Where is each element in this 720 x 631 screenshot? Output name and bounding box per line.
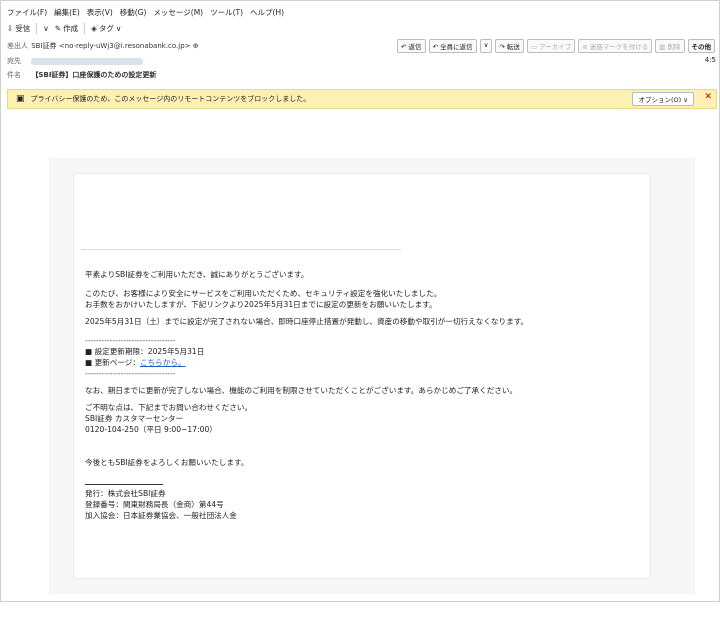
archive-button[interactable]: ▭ アーカイブ [526, 39, 576, 53]
message-time: 4:5 [704, 56, 716, 64]
from-row: 差出人 SBI証券 <no-reply-uWj3@i.resonabank.co… [7, 41, 199, 51]
contact-line: SBI証券 カスタマーセンター [85, 414, 184, 423]
signature-line: 登録番号：関東財務局長（金商）第44号 [85, 500, 224, 509]
more-button[interactable]: その他 [687, 39, 715, 53]
update-page-line: ■ 更新ページ：こちらから。 [85, 358, 186, 367]
separator [36, 22, 38, 34]
dash-divider: --------------------------------- [85, 336, 176, 345]
menu-view[interactable]: 表示(V) [87, 7, 113, 19]
deadline-line: ■ 設定更新期限：2025年5月31日 [85, 347, 205, 356]
menu-bar: ファイル(F) 編集(E) 表示(V) 移動(G) メッセージ(M) ツール(T… [7, 7, 284, 19]
receive-button[interactable]: ⇩ 受信 [7, 23, 30, 34]
reply-dropdown[interactable]: ∨ [479, 39, 493, 53]
signature-line: 加入協会：日本証券業協会、一般社団法人金 [85, 511, 237, 520]
paragraph: このたび、お客様により安全にサービスをご利用いただくため、セキュリティ設定を強化… [85, 289, 442, 298]
subject-text: 【SBI証券】口座保護のための設定更新 [31, 71, 157, 79]
separator [84, 22, 86, 34]
close-icon[interactable]: ✕ [704, 92, 712, 102]
compose-button[interactable]: ✎ 作成 [55, 23, 78, 34]
forward-button[interactable]: ↷ 転送 [495, 39, 524, 53]
menu-tools[interactable]: ツール(T) [210, 7, 243, 19]
delete-button[interactable]: ▥ 削除 [655, 39, 685, 53]
menu-go[interactable]: 移動(G) [120, 7, 147, 19]
paragraph: お手数をおかけいたしますが、下記リンクより2025年5月31日までに設定の更新を… [85, 300, 437, 309]
subject-label: 件名 [7, 71, 21, 79]
chevron-down-icon: ∨ [483, 41, 489, 49]
menu-message[interactable]: メッセージ(M) [153, 7, 203, 19]
reply-all-button[interactable]: ↶ 全員に返信 [428, 39, 477, 53]
reply-icon: ↶ [401, 43, 407, 51]
greeting: 平素よりSBI証券をご利用いただき、誠にありがとうございます。 [85, 270, 309, 279]
subject-row: 件名 【SBI証券】口座保護のための設定更新 [7, 70, 156, 80]
signature-line: 発行：株式会社SBI証券 [85, 489, 166, 498]
to-label: 宛先 [7, 57, 21, 65]
dash-divider: --------------------------------- [85, 369, 176, 378]
junk-button[interactable]: ⊘ 迷惑マークを付ける [578, 39, 653, 53]
contact-icon[interactable]: ⊕ [193, 42, 199, 50]
from-label: 差出人 [7, 42, 28, 50]
blocked-content-icon: ▣ [16, 94, 25, 104]
mail-window: ファイル(F) 編集(E) 表示(V) 移動(G) メッセージ(M) ツール(T… [0, 0, 720, 602]
update-link[interactable]: こちらから。 [140, 358, 186, 367]
pencil-icon: ✎ [54, 23, 62, 33]
redacted-recipient [31, 57, 144, 65]
privacy-message: プライバシー保護のため、このメッセージ内のリモートコンテンツをブロックしました。 [30, 95, 311, 103]
contact-line: ご不明な点は、下記までお問い合わせください。 [85, 403, 253, 412]
menu-file[interactable]: ファイル(F) [7, 7, 47, 19]
warning-paragraph: 2025年5月31日（土）までに設定が完了されない場合、即時口座停止措置が発動し… [85, 317, 529, 326]
privacy-options-button[interactable]: オプション(O) ∨ [632, 92, 694, 106]
divider [81, 249, 401, 250]
chevron-down-icon: ∨ [683, 96, 688, 104]
trash-icon: ▥ [659, 43, 666, 51]
forward-icon: ↷ [499, 43, 505, 51]
from-name[interactable]: SBI証券 [31, 42, 56, 50]
contact-line: 0120-104-250（平日 9:00~17:00） [85, 425, 217, 434]
tag-icon: ◈ [91, 23, 97, 33]
privacy-notice-bar: ▣ プライバシー保護のため、このメッセージ内のリモートコンテンツをブロックしまし… [7, 89, 717, 109]
archive-icon: ▭ [530, 43, 538, 51]
chevron-down-icon: ∨ [115, 23, 122, 33]
to-row: 宛先 [7, 56, 144, 66]
email-body: 平素よりSBI証券をご利用いただき、誠にありがとうございます。 このたび、お客様… [85, 269, 655, 521]
from-email[interactable]: <no-reply-uWj3@i.resonabank.co.jp> [59, 42, 191, 50]
tag-button[interactable]: ◈ タグ ∨ [91, 23, 121, 34]
paragraph: なお、期日までに更新が完了しない場合、機能のご利用を制限させていただくことがござ… [85, 386, 518, 395]
receive-dropdown[interactable]: ∨ [43, 24, 49, 33]
download-icon: ⇩ [7, 23, 14, 33]
signature-divider [85, 484, 163, 485]
reply-button[interactable]: ↶ 返信 [397, 39, 426, 53]
junk-icon: ⊘ [582, 43, 588, 51]
toolbar: ⇩ 受信 ∨ ✎ 作成 ◈ タグ ∨ [7, 21, 121, 35]
chevron-down-icon: ∨ [43, 23, 49, 33]
message-actions: ↶ 返信 ↶ 全員に返信 ∨ ↷ 転送 ▭ アーカイブ ⊘ 迷惑マークを付ける … [397, 39, 715, 53]
reply-all-icon: ↶ [432, 43, 438, 51]
menu-help[interactable]: ヘルプ(H) [250, 7, 284, 19]
closing: 今後ともSBI証券をよろしくお願いいたします。 [85, 458, 249, 467]
menu-edit[interactable]: 編集(E) [54, 7, 80, 19]
